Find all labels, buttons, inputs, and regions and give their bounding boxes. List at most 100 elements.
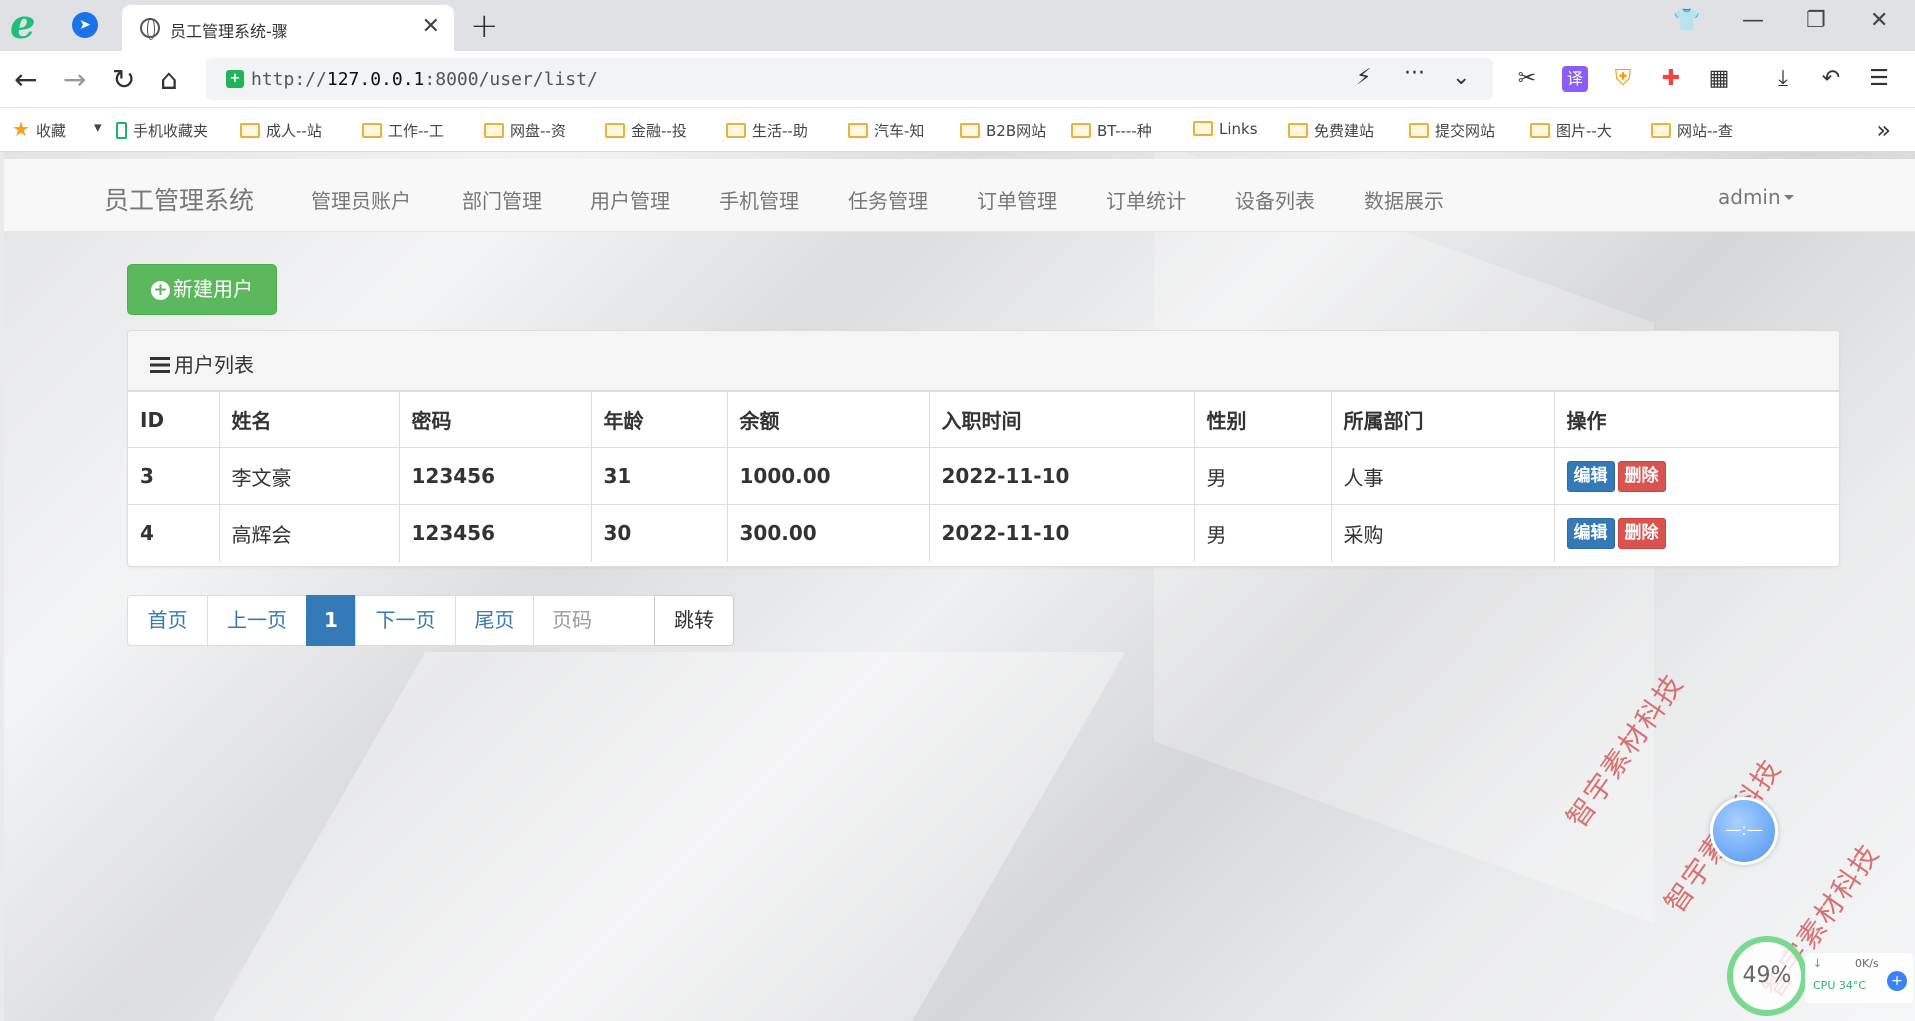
page-number-input[interactable]: 页码 xyxy=(533,595,655,646)
floating-assistant-ball[interactable]: —:— xyxy=(1710,797,1778,865)
nav-data-display[interactable]: 数据展示 xyxy=(1364,185,1444,214)
brand-title[interactable]: 员工管理系统 xyxy=(104,181,254,217)
page-last[interactable]: 尾页 xyxy=(455,595,534,646)
page-first[interactable]: 首页 xyxy=(127,595,208,646)
menu-icon[interactable]: ☰ xyxy=(1866,66,1892,92)
folder-icon xyxy=(1530,123,1550,138)
shield-extension-icon[interactable]: ⛨ xyxy=(1610,66,1636,92)
bookmark-item[interactable]: 网盘--资 xyxy=(484,120,566,141)
bookmark-item[interactable]: 免费建站 xyxy=(1288,120,1374,141)
nav-users[interactable]: 用户管理 xyxy=(590,185,670,214)
apps-grid-icon[interactable]: ▦ xyxy=(1706,66,1732,92)
bookmark-item[interactable]: 工作--工 xyxy=(362,120,444,141)
bookmark-item[interactable]: 网站--查 xyxy=(1651,120,1733,141)
nav-tasks[interactable]: 任务管理 xyxy=(848,185,928,214)
folder-icon xyxy=(362,123,382,138)
reload-icon[interactable]: ↻ xyxy=(112,63,135,96)
nav-orders[interactable]: 订单管理 xyxy=(977,185,1057,214)
bookmark-item[interactable]: 成人--站 xyxy=(240,120,322,141)
background-shape xyxy=(182,652,1126,1021)
panel-heading: 用户列表 xyxy=(128,331,1839,391)
page-prev[interactable]: 上一页 xyxy=(207,595,307,646)
forward-icon[interactable]: → xyxy=(63,63,86,96)
bookmark-item[interactable]: B2B网站 xyxy=(960,120,1046,141)
restore-button[interactable]: ❐ xyxy=(1806,8,1826,33)
translate-icon[interactable]: 译 xyxy=(1562,66,1588,92)
cpu-usage-ring: 49% xyxy=(1727,936,1807,1016)
table-row: 4 高辉会 123456 30 300.00 2022-11-10 男 采购 编… xyxy=(128,504,1839,562)
cell-name: 高辉会 xyxy=(219,504,400,562)
bookmark-item[interactable]: 生活--助 xyxy=(726,120,808,141)
undo-icon[interactable]: ↶ xyxy=(1818,66,1844,92)
cell-id: 4 xyxy=(128,504,220,562)
page-jump-button[interactable]: 跳转 xyxy=(654,595,734,646)
address-toolbar: ← → ↻ ⌂ + http://127.0.0.1:8000/user/lis… xyxy=(0,51,1915,108)
bookmark-item[interactable]: 提交网站 xyxy=(1409,120,1495,141)
game-icon[interactable]: ✚ xyxy=(1658,66,1684,92)
edit-button[interactable]: 编辑 xyxy=(1566,460,1615,492)
cell-department: 采购 xyxy=(1331,504,1555,562)
caret-down-icon xyxy=(1783,195,1794,200)
nav-devices[interactable]: 设备列表 xyxy=(1235,185,1315,214)
home-icon[interactable]: ⌂ xyxy=(160,63,178,96)
user-dropdown[interactable]: admin xyxy=(1718,185,1794,209)
col-header-actions: 操作 xyxy=(1554,391,1839,448)
download-arrow-icon: ↓ xyxy=(1813,957,1823,970)
bookmark-dropdown-icon[interactable]: ▾ xyxy=(94,118,102,136)
panel-title: 用户列表 xyxy=(174,353,254,377)
browser-tab[interactable]: 员工管理系统-骤 ✕ xyxy=(122,5,454,51)
more-dots-icon[interactable]: ··· xyxy=(1404,61,1425,86)
edit-button[interactable]: 编辑 xyxy=(1566,517,1615,549)
bookmark-item[interactable]: 手机收藏夹 xyxy=(116,120,208,141)
phone-icon xyxy=(116,122,127,139)
nav-department[interactable]: 部门管理 xyxy=(462,185,542,214)
nav-admin-accounts[interactable]: 管理员账户 xyxy=(311,185,411,214)
delete-button[interactable]: 删除 xyxy=(1617,460,1666,492)
cell-name: 李文豪 xyxy=(219,447,400,505)
back-icon[interactable]: ← xyxy=(14,63,37,96)
nav-phones[interactable]: 手机管理 xyxy=(719,185,799,214)
col-header-create-time: 入职时间 xyxy=(929,391,1195,448)
col-header-password: 密码 xyxy=(399,391,592,448)
bookmark-favorites[interactable]: ★ 收藏 xyxy=(12,117,66,141)
browser-logo-icon[interactable]: e xyxy=(10,5,50,45)
plus-circle-icon: + xyxy=(151,281,170,300)
new-tab-button[interactable]: + xyxy=(470,6,499,46)
lightning-icon[interactable]: ⚡ xyxy=(1356,65,1371,90)
scissors-icon[interactable]: ✂ xyxy=(1514,66,1540,92)
top-navbar: 员工管理系统 管理员账户 部门管理 用户管理 手机管理 任务管理 订单管理 订单… xyxy=(4,159,1915,232)
chevron-down-icon[interactable]: ⌄ xyxy=(1452,65,1470,90)
bookmark-item[interactable]: 图片--大 xyxy=(1530,120,1612,141)
tab-close-icon[interactable]: ✕ xyxy=(422,14,440,39)
bookmark-item[interactable]: 金融--投 xyxy=(605,120,687,141)
cell-balance: 1000.00 xyxy=(727,447,930,505)
bookmark-item[interactable]: Links xyxy=(1193,120,1258,138)
window-close-button[interactable]: ✕ xyxy=(1870,8,1888,33)
nav-order-stats[interactable]: 订单统计 xyxy=(1106,185,1186,214)
delete-button[interactable]: 删除 xyxy=(1617,517,1666,549)
url-input[interactable]: + http://127.0.0.1:8000/user/list/ ⚡ ···… xyxy=(206,58,1493,100)
cell-department: 人事 xyxy=(1331,447,1555,505)
cell-id: 3 xyxy=(128,447,220,505)
system-monitor-widget[interactable]: 49% ↓ 0K/s CPU 34°C + xyxy=(1727,931,1913,1019)
download-icon[interactable]: ⤓ xyxy=(1770,66,1796,92)
minimize-button[interactable]: — xyxy=(1742,8,1764,33)
cell-age: 31 xyxy=(591,447,728,505)
page-current[interactable]: 1 xyxy=(306,595,356,646)
system-stats-box: ↓ 0K/s CPU 34°C + xyxy=(1805,953,1913,1003)
folder-icon xyxy=(848,123,868,138)
browser-tab-bar: e ➤ 员工管理系统-骤 ✕ + 👕 — ❐ ✕ xyxy=(0,0,1915,51)
folder-icon xyxy=(484,123,504,138)
bookmark-item[interactable]: 汽车-知 xyxy=(848,120,924,141)
table-header-row: ID 姓名 密码 年龄 余额 入职时间 性别 所属部门 操作 xyxy=(128,391,1839,448)
folder-icon xyxy=(1288,123,1308,138)
bookmarks-overflow-icon[interactable]: » xyxy=(1876,116,1891,144)
bookmark-item[interactable]: BT----种 xyxy=(1071,120,1152,141)
send-icon[interactable]: ➤ xyxy=(72,12,98,38)
add-user-button[interactable]: + 新建用户 xyxy=(127,264,277,315)
list-icon xyxy=(150,357,170,373)
page-next[interactable]: 下一页 xyxy=(355,595,456,646)
add-icon[interactable]: + xyxy=(1887,971,1907,991)
folder-icon xyxy=(240,123,260,138)
skin-icon[interactable]: 👕 xyxy=(1673,8,1700,33)
